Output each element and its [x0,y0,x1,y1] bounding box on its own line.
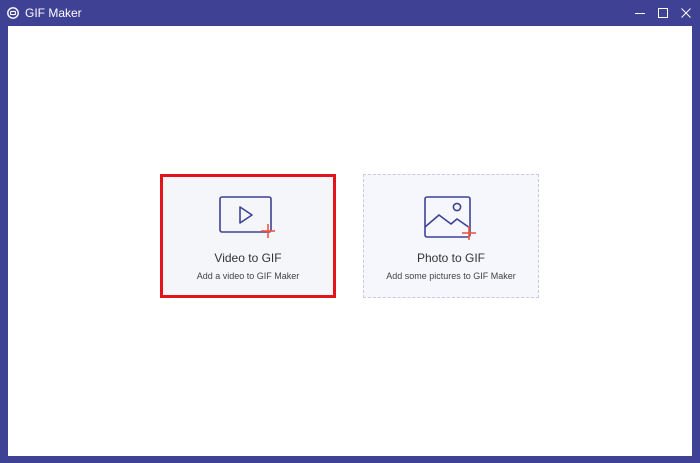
app-logo-icon [7,7,19,19]
card-title: Video to GIF [214,251,282,265]
maximize-icon [658,8,668,18]
window-title: GIF Maker [25,6,82,20]
main-content: Video to GIF Add a video to GIF Maker Ph… [8,26,692,456]
maximize-button[interactable] [653,3,673,23]
minimize-button[interactable] [630,3,650,23]
app-window: GIF Maker Video to GIF Add a video to GI… [0,0,700,463]
card-title: Photo to GIF [416,251,486,265]
card-description: Add some pictures to GIF Maker [386,271,516,281]
minimize-icon [635,13,645,14]
close-icon [681,8,691,18]
card-description: Add a video to GIF Maker [196,271,300,281]
video-play-icon [219,196,275,238]
title-bar[interactable]: GIF Maker [0,0,700,26]
close-button[interactable] [676,3,696,23]
video-to-gif-card[interactable]: Video to GIF Add a video to GIF Maker [160,174,336,298]
image-icon [424,196,476,240]
photo-to-gif-card[interactable]: Photo to GIF Add some pictures to GIF Ma… [363,174,539,298]
